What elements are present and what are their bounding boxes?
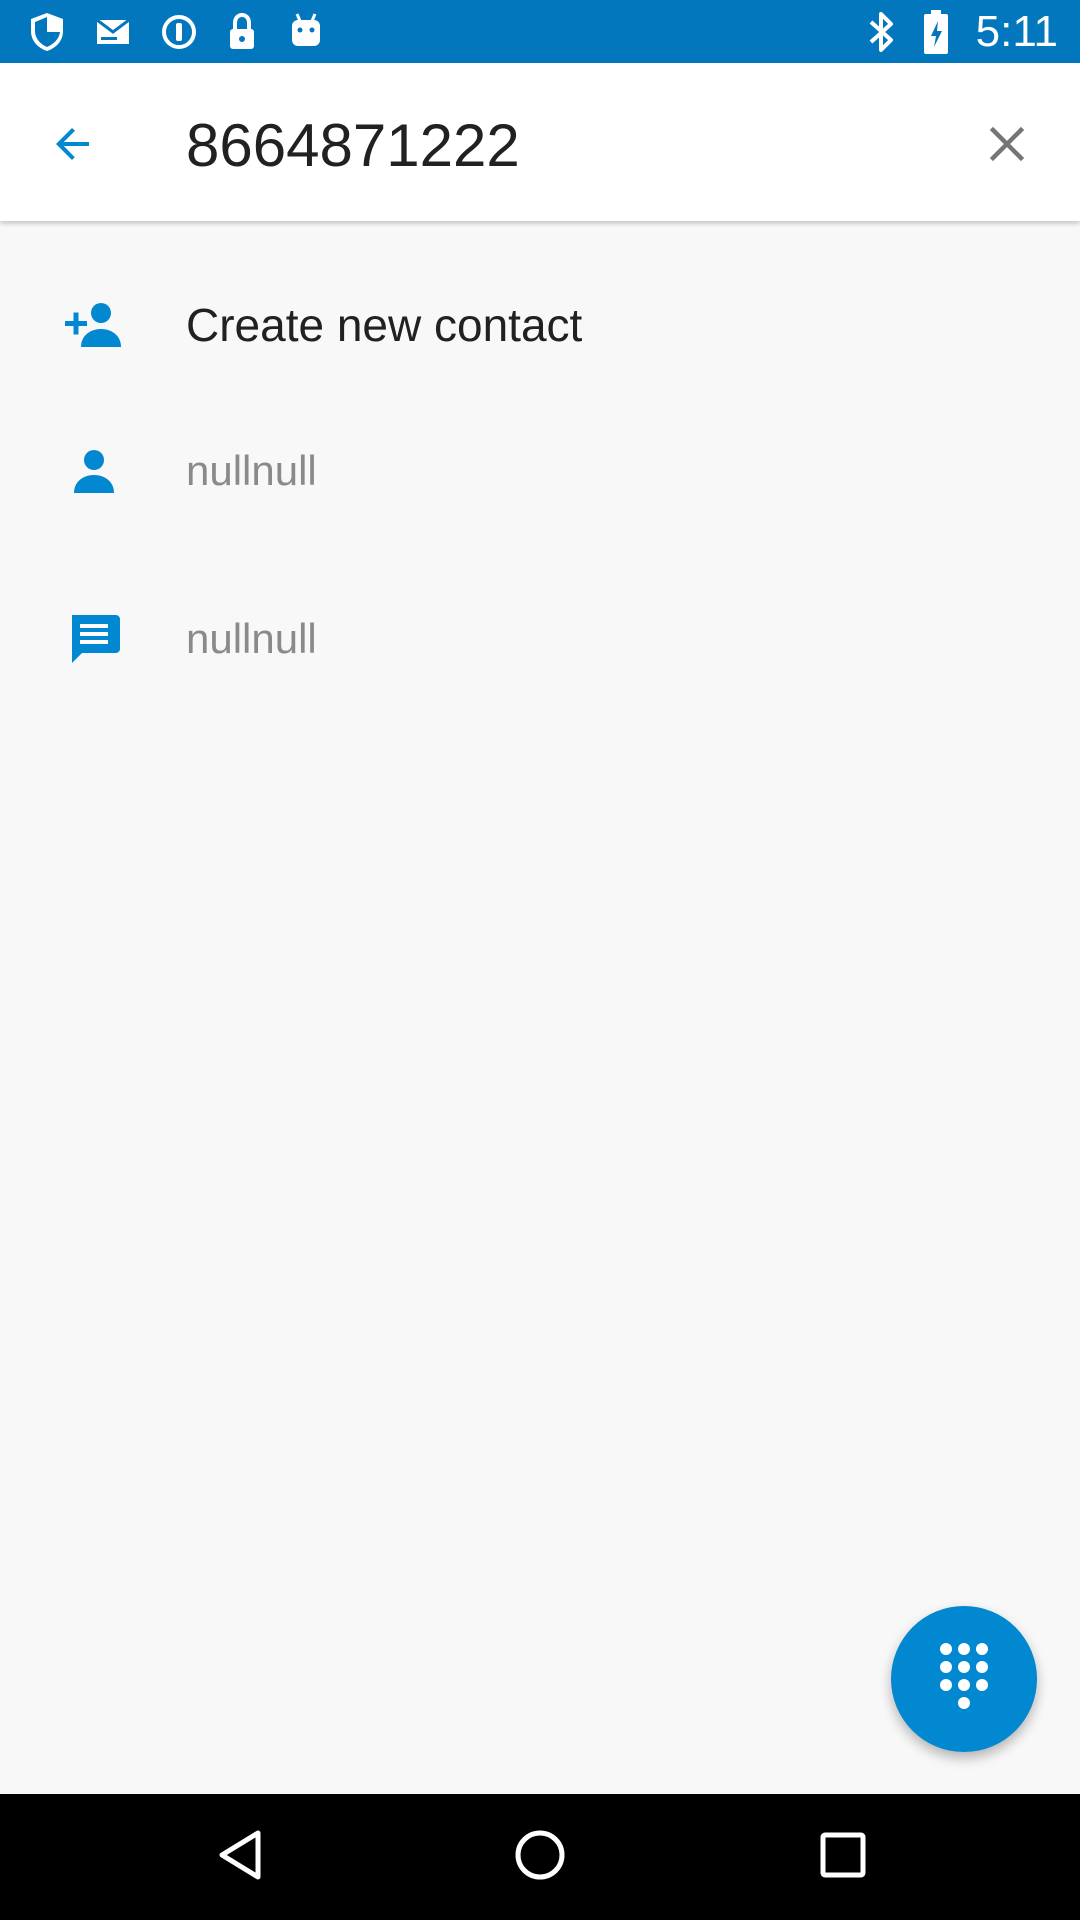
create-new-contact-item[interactable]: Create new contact [0, 263, 1080, 387]
close-icon [985, 122, 1029, 171]
recents-square-icon [817, 1829, 869, 1886]
lock-icon [226, 12, 258, 52]
clear-search-button[interactable] [964, 103, 1050, 189]
dialpad-icon [936, 1641, 992, 1718]
nav-back-button[interactable] [202, 1819, 278, 1895]
result-label: nullnull [186, 447, 317, 494]
search-input[interactable] [186, 105, 926, 185]
search-results-list: Create new contact nullnull nullnull [0, 221, 1080, 723]
contact-result-item[interactable]: nullnull [0, 387, 1080, 555]
status-right-icons: 5:11 [866, 8, 1058, 56]
nav-home-button[interactable] [502, 1819, 578, 1895]
navigation-bar [0, 1794, 1080, 1920]
arrow-left-icon [49, 120, 97, 173]
mail-icon [94, 15, 132, 49]
status-time: 5:11 [975, 7, 1058, 56]
nav-recents-button[interactable] [805, 1819, 881, 1895]
message-result-item[interactable]: nullnull [0, 555, 1080, 723]
info-circle-icon [160, 13, 198, 51]
message-icon [62, 607, 126, 671]
battery-icon [922, 9, 950, 55]
result-label: Create new contact [186, 299, 583, 351]
dialpad-fab-button[interactable] [891, 1606, 1037, 1752]
android-icon [286, 12, 326, 52]
bluetooth-icon [866, 10, 896, 54]
search-header [0, 63, 1080, 221]
status-left-icons [28, 10, 326, 54]
result-label: nullnull [186, 615, 317, 662]
person-icon [62, 439, 126, 503]
back-triangle-icon [212, 1827, 268, 1888]
back-button[interactable] [30, 103, 116, 189]
home-circle-icon [512, 1827, 568, 1888]
person-add-icon [62, 293, 126, 357]
shield-icon [28, 11, 66, 53]
status-bar: 5:11 [0, 0, 1080, 63]
